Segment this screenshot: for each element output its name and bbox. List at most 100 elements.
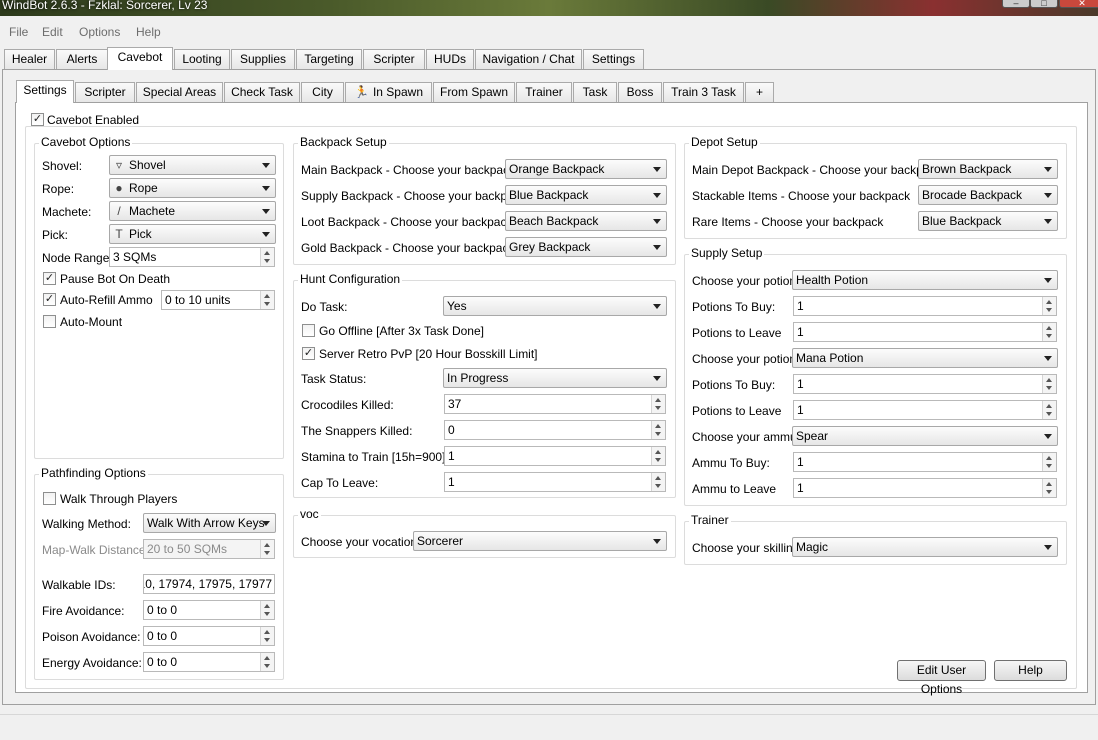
tab-supplies[interactable]: Supplies — [231, 49, 295, 70]
mana-potions-leave-spinbox[interactable]: 1 — [793, 400, 1057, 420]
server-retro-checkbox[interactable]: ✓ — [302, 347, 315, 360]
walk-through-label: Walk Through Players — [60, 492, 178, 506]
rope-combo[interactable]: ● Rope — [109, 178, 276, 198]
menu-edit[interactable]: Edit — [42, 25, 63, 39]
task-status-combo[interactable]: In Progress — [443, 368, 667, 388]
pick-combo[interactable]: T Pick — [109, 224, 276, 244]
cap-spinbox[interactable]: 1 — [444, 472, 666, 492]
subtab-scripter[interactable]: Scripter — [75, 82, 135, 103]
tab-alerts[interactable]: Alerts — [56, 49, 108, 70]
machete-label: Machete: — [42, 205, 92, 219]
server-retro-label: Server Retro PvP [20 Hour Bosskill Limit… — [319, 347, 538, 361]
spin-arrows-icon[interactable] — [651, 421, 665, 439]
spin-arrows-icon[interactable] — [1042, 401, 1056, 419]
walk-through-checkbox[interactable] — [43, 492, 56, 505]
loot-backpack-label: Loot Backpack - Choose your backpack — [301, 215, 513, 229]
stackable-items-combo[interactable]: Brocade Backpack — [918, 185, 1058, 205]
help-button[interactable]: Help — [994, 660, 1067, 681]
mana-potion-combo[interactable]: Mana Potion — [792, 348, 1058, 368]
health-potions-buy-spinbox[interactable]: 1 — [793, 296, 1057, 316]
main-backpack-combo[interactable]: Orange Backpack — [505, 159, 667, 179]
spin-arrows-icon[interactable] — [651, 447, 665, 465]
spin-arrows-icon[interactable] — [260, 653, 274, 671]
subtab-trainer[interactable]: Trainer — [516, 82, 572, 103]
subtab-task[interactable]: Task — [573, 82, 617, 103]
main-depot-value: Brown Backpack — [922, 162, 1012, 176]
subtab-settings[interactable]: Settings — [16, 80, 74, 103]
pause-bot-checkbox[interactable]: ✓ — [43, 272, 56, 285]
spin-arrows-icon[interactable] — [260, 540, 274, 558]
shovel-value: Shovel — [129, 158, 166, 172]
skilling-combo[interactable]: Magic — [792, 537, 1058, 557]
vocation-combo[interactable]: Sorcerer — [413, 531, 667, 551]
auto-refill-checkbox[interactable]: ✓ — [43, 293, 56, 306]
tab-looting[interactable]: Looting — [174, 49, 230, 70]
poison-avoidance-spinbox[interactable]: 0 to 0 — [143, 626, 275, 646]
gold-backpack-combo[interactable]: Grey Backpack — [505, 237, 667, 257]
menu-help[interactable]: Help — [136, 25, 161, 39]
subtab-in-spawn[interactable]: 🏃 In Spawn — [345, 82, 432, 103]
supply-setup-title: Supply Setup — [689, 246, 765, 260]
node-range-spinbox[interactable]: 3 SQMs — [109, 247, 275, 267]
spin-arrows-icon[interactable] — [1042, 479, 1056, 497]
walking-method-combo[interactable]: Walk With Arrow Keys — [143, 513, 276, 533]
loot-backpack-combo[interactable]: Beach Backpack — [505, 211, 667, 231]
edit-user-options-button[interactable]: Edit User Options — [897, 660, 986, 696]
walkable-ids-input[interactable]: 310, 17974, 17975, 17977 — [143, 574, 275, 594]
spin-arrows-icon[interactable] — [260, 248, 274, 266]
main-depot-label: Main Depot Backpack - Choose your backpa… — [692, 163, 942, 177]
auto-refill-spinbox[interactable]: 0 to 10 units — [161, 290, 275, 310]
menu-file[interactable]: File — [9, 25, 28, 39]
machete-combo[interactable]: / Machete — [109, 201, 276, 221]
auto-mount-checkbox[interactable] — [43, 315, 56, 328]
menu-options[interactable]: Options — [79, 25, 120, 39]
supply-backpack-combo[interactable]: Blue Backpack — [505, 185, 667, 205]
tab-scripter[interactable]: Scripter — [363, 49, 425, 70]
tab-healer[interactable]: Healer — [4, 49, 55, 70]
do-task-combo[interactable]: Yes — [443, 296, 667, 316]
spin-arrows-icon[interactable] — [1042, 323, 1056, 341]
map-walk-spinbox[interactable]: 20 to 50 SQMs — [143, 539, 275, 559]
chevron-down-icon — [1044, 219, 1052, 224]
subtab-check-task[interactable]: Check Task — [224, 82, 300, 103]
snappers-spinbox[interactable]: 0 — [444, 420, 666, 440]
cavebot-enabled-checkbox[interactable]: ✓ — [31, 113, 44, 126]
tab-huds[interactable]: HUDs — [426, 49, 474, 70]
ammu-combo[interactable]: Spear — [792, 426, 1058, 446]
spin-arrows-icon[interactable] — [651, 395, 665, 413]
subtab-special-areas[interactable]: Special Areas — [136, 82, 223, 103]
tab-navigation-chat[interactable]: Navigation / Chat — [475, 49, 582, 70]
tab-settings[interactable]: Settings — [583, 49, 644, 70]
subtab-from-spawn[interactable]: From Spawn — [433, 82, 515, 103]
rare-items-combo[interactable]: Blue Backpack — [918, 211, 1058, 231]
go-offline-checkbox[interactable] — [302, 324, 315, 337]
subtab-add[interactable]: + — [745, 82, 774, 103]
maximize-button[interactable]: □ — [1030, 0, 1058, 8]
spin-arrows-icon[interactable] — [1042, 375, 1056, 393]
shovel-combo[interactable]: ▿ Shovel — [109, 155, 276, 175]
crocodiles-spinbox[interactable]: 37 — [444, 394, 666, 414]
minimize-button[interactable]: – — [1002, 0, 1030, 8]
energy-avoidance-spinbox[interactable]: 0 to 0 — [143, 652, 275, 672]
close-button[interactable]: ✕ — [1059, 0, 1098, 8]
spin-arrows-icon[interactable] — [260, 601, 274, 619]
fire-avoidance-spinbox[interactable]: 0 to 0 — [143, 600, 275, 620]
ammu-buy-spinbox[interactable]: 1 — [793, 452, 1057, 472]
health-potion-combo[interactable]: Health Potion — [792, 270, 1058, 290]
spin-arrows-icon[interactable] — [1042, 297, 1056, 315]
spin-arrows-icon[interactable] — [1042, 453, 1056, 471]
spin-arrows-icon[interactable] — [651, 473, 665, 491]
subtab-boss[interactable]: Boss — [618, 82, 662, 103]
main-depot-combo[interactable]: Brown Backpack — [918, 159, 1058, 179]
vocation-label: Choose your vocation — [301, 535, 418, 549]
subtab-train-3-task[interactable]: Train 3 Task — [663, 82, 744, 103]
tab-targeting[interactable]: Targeting — [296, 49, 362, 70]
spin-arrows-icon[interactable] — [260, 627, 274, 645]
spin-arrows-icon[interactable] — [260, 291, 274, 309]
ammu-leave-spinbox[interactable]: 1 — [793, 478, 1057, 498]
stamina-spinbox[interactable]: 1 — [444, 446, 666, 466]
tab-cavebot[interactable]: Cavebot — [107, 47, 173, 70]
subtab-city[interactable]: City — [301, 82, 344, 103]
mana-potions-buy-spinbox[interactable]: 1 — [793, 374, 1057, 394]
health-potions-leave-spinbox[interactable]: 1 — [793, 322, 1057, 342]
